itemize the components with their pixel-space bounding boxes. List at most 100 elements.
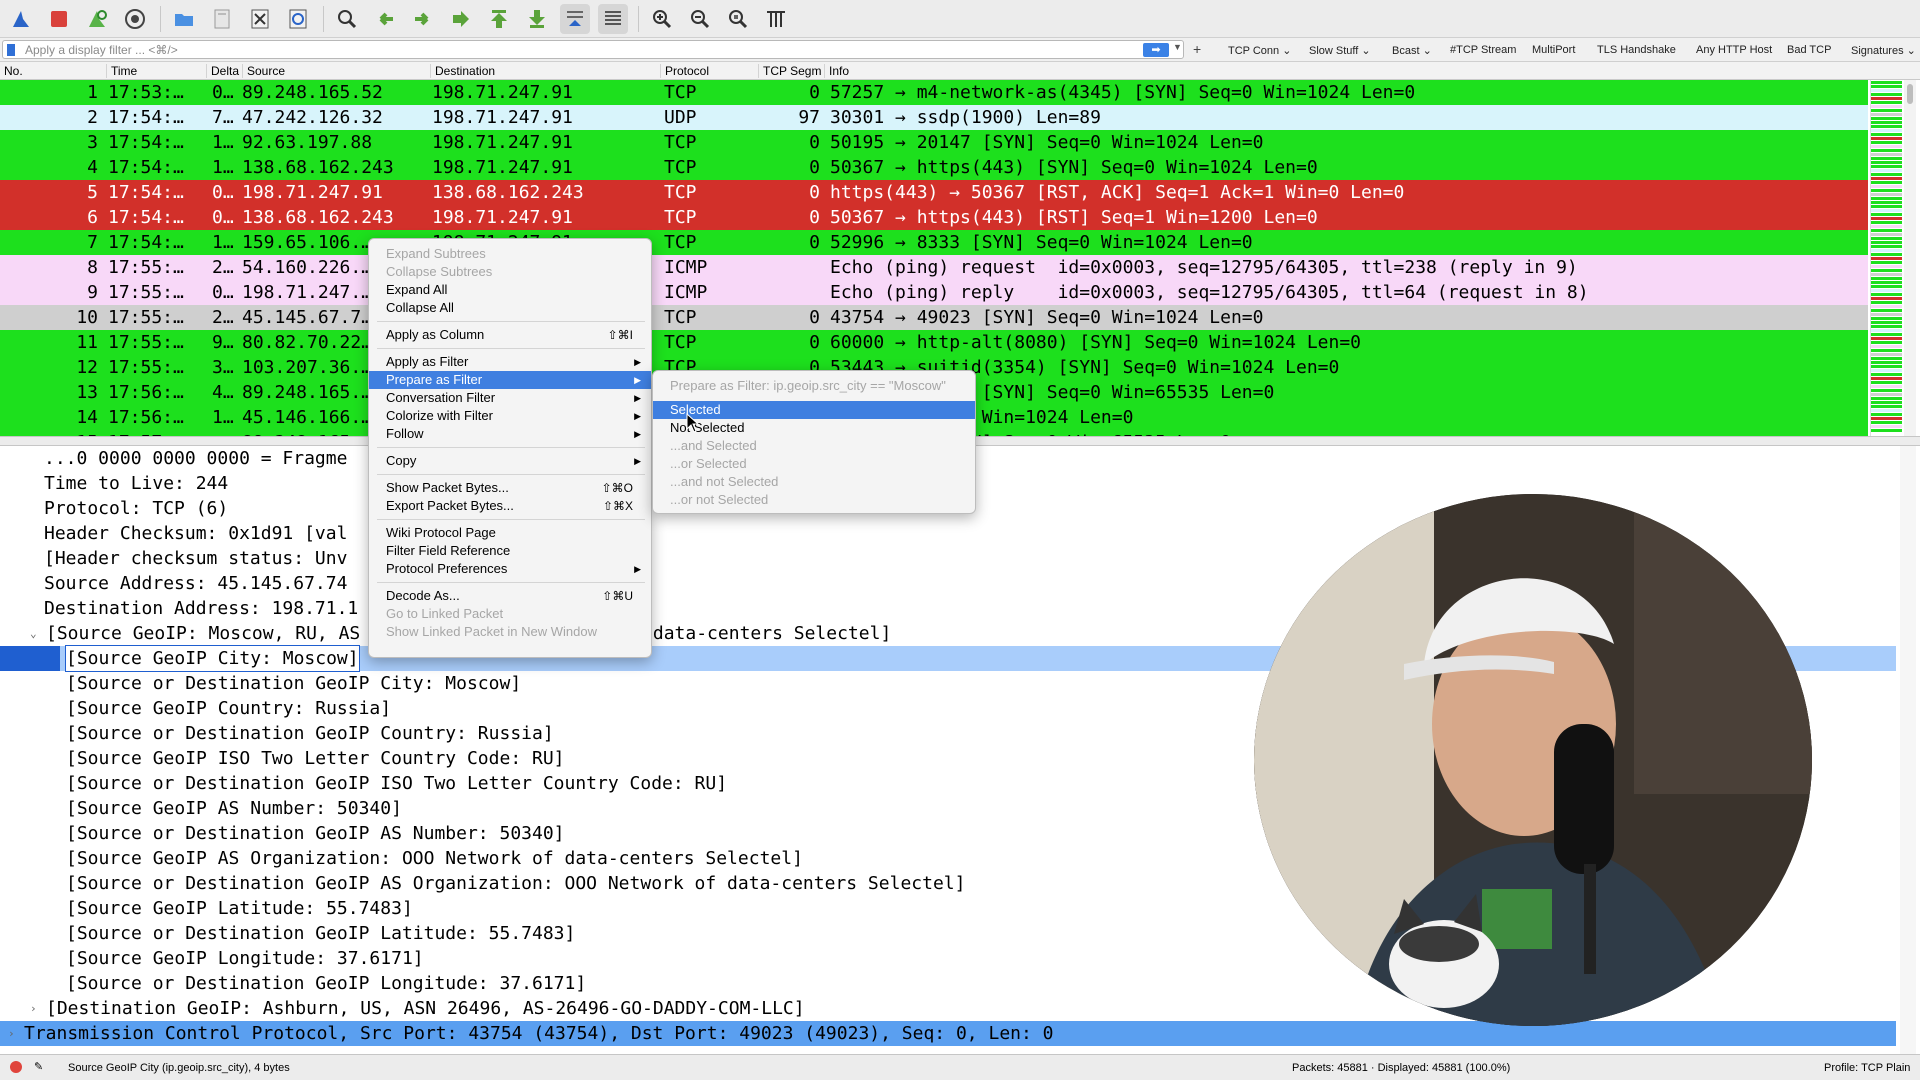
menu-item-protocol-preferences[interactable]: Protocol Preferences ▶ [369, 560, 651, 578]
packet-cell-info: 57257 → m4-network-as(4345) [SYN] Seq=0 … [830, 82, 1416, 103]
filter-button-slow-stuff[interactable]: Slow Stuff ⌄ [1309, 44, 1371, 57]
packet-row[interactable]: 11 17:55:… 9… 80.82.70.22… TCP 0 60000 → http-… [0, 330, 1868, 355]
minimap-stripe [1871, 213, 1902, 216]
filter-history-dropdown-icon[interactable]: ▼ [1173, 42, 1182, 52]
packet-cell-delta: 4… [212, 382, 234, 403]
filter-button-bcast[interactable]: Bcast ⌄ [1392, 44, 1432, 57]
filter-button-multiport[interactable]: MultiPort [1532, 44, 1575, 56]
shark-fin-start-icon[interactable] [6, 4, 36, 34]
filter-button-tcp-conn[interactable]: TCP Conn ⌄ [1228, 44, 1291, 57]
restart-capture-icon[interactable] [82, 4, 112, 34]
submenu-item-selected[interactable]: Selected [653, 401, 975, 419]
menu-item-filter-field-reference[interactable]: Filter Field Reference [369, 542, 651, 560]
protocol-tree-row-tcp[interactable]: › Transmission Control Protocol, Src Port… [0, 1021, 1896, 1046]
zoom-in-icon[interactable] [647, 4, 677, 34]
packet-row[interactable]: 1 17:53:… 0… 89.248.165.52 198.71.247.91 TCP 0… [0, 80, 1868, 105]
close-file-icon[interactable] [245, 4, 275, 34]
menu-item-label: Export Packet Bytes... [386, 498, 514, 513]
packet-row[interactable]: 3 17:54:… 1… 92.63.197.88 198.71.247.91 TCP 0 5… [0, 130, 1868, 155]
packet-row[interactable]: 8 17:55:… 2… 54.160.226.… ICMP Echo (ping) re… [0, 255, 1868, 280]
filter-button-tcp-stream[interactable]: #TCP Stream [1450, 44, 1516, 56]
status-profile[interactable]: Profile: TCP Plain [1824, 1062, 1910, 1074]
capture-options-icon[interactable] [120, 4, 150, 34]
expert-info-icon[interactable] [10, 1061, 22, 1073]
packet-minimap[interactable] [1870, 80, 1902, 436]
column-header-protocol[interactable]: Protocol [660, 64, 758, 78]
bookmark-icon[interactable] [7, 44, 15, 56]
column-header-source[interactable]: Source [242, 64, 430, 78]
details-scrollbar[interactable] [1900, 446, 1916, 1054]
selection-marker [0, 646, 60, 671]
menu-item-apply-as-filter[interactable]: Apply as Filter ▶ [369, 353, 651, 371]
menu-item-apply-as-column[interactable]: Apply as Column ⇧⌘I [369, 326, 651, 344]
filter-button-bad-tcp[interactable]: Bad TCP [1787, 44, 1831, 56]
menu-item-label: Apply as Column [386, 327, 485, 342]
menu-item-copy[interactable]: Copy ▶ [369, 452, 651, 470]
collapse-arrow-icon[interactable]: › [8, 1021, 15, 1046]
resize-columns-icon[interactable] [761, 4, 791, 34]
column-header-no[interactable]: No. [0, 64, 106, 78]
filter-button-tls-handshake[interactable]: TLS Handshake [1597, 44, 1676, 56]
packet-row[interactable]: 10 17:55:… 2… 45.145.67.7… TCP 0 43754 → 49023… [0, 305, 1868, 330]
packet-row[interactable]: 2 17:54:… 7… 47.242.126.32 198.71.247.91 UDP 9… [0, 105, 1868, 130]
save-file-icon[interactable] [207, 4, 237, 34]
filter-button-any-http-host[interactable]: Any HTTP Host [1696, 44, 1772, 56]
packet-row[interactable]: 5 17:54:… 0… 198.71.247.91 138.68.162.243 TCP… [0, 180, 1868, 205]
packet-row[interactable]: 4 17:54:… 1… 138.68.162.243 198.71.247.91 TCP… [0, 155, 1868, 180]
minimap-stripe [1871, 417, 1902, 420]
edit-comment-icon[interactable]: ✎ [34, 1060, 43, 1073]
expand-arrow-icon[interactable]: ⌄ [30, 621, 37, 646]
scrollbar-thumb[interactable] [1907, 84, 1913, 104]
minimap-stripe [1871, 217, 1902, 220]
menu-item-expand-all[interactable]: Expand All [369, 281, 651, 299]
reload-icon[interactable] [283, 4, 313, 34]
menu-item-label: Show Packet Bytes... [386, 480, 509, 495]
menu-item-wiki-protocol-page[interactable]: Wiki Protocol Page [369, 524, 651, 542]
filter-button-signatures[interactable]: Signatures ⌄ [1851, 44, 1916, 57]
apply-filter-arrow-icon[interactable]: ➡ [1143, 43, 1169, 57]
column-header-info[interactable]: Info [824, 64, 1864, 78]
colorize-icon[interactable] [598, 3, 628, 34]
packet-row[interactable]: 6 17:54:… 0… 138.68.162.243 198.71.247.91 TCP… [0, 205, 1868, 230]
packet-list-scrollbar[interactable] [1904, 80, 1916, 436]
submenu-arrow-icon: ▶ [634, 393, 641, 403]
first-packet-icon[interactable] [484, 4, 514, 34]
last-packet-icon[interactable] [522, 4, 552, 34]
column-header-destination[interactable]: Destination [430, 64, 660, 78]
column-header-tcp-segment[interactable]: TCP Segm [758, 64, 824, 78]
minimap-stripe [1871, 313, 1902, 316]
submenu-arrow-icon: ▶ [634, 357, 641, 367]
column-header-delta[interactable]: Delta [206, 64, 242, 78]
minimap-stripe [1871, 93, 1902, 96]
add-filter-button[interactable]: + [1193, 41, 1201, 57]
find-packet-icon[interactable] [332, 4, 362, 34]
packet-cell-delta: 1… [212, 232, 234, 253]
packet-row[interactable]: 9 17:55:… 0… 198.71.247.… ICMP Echo (ping) re… [0, 280, 1868, 305]
open-file-icon[interactable] [169, 4, 199, 34]
menu-shortcut: ⇧⌘X [602, 499, 633, 513]
menu-item-prepare-as-filter[interactable]: Prepare as Filter ▶ [369, 371, 651, 389]
stop-capture-icon[interactable] [44, 4, 74, 34]
menu-item-colorize-with-filter[interactable]: Colorize with Filter ▶ [369, 407, 651, 425]
packet-row[interactable]: 717:54:…1…159.65.106.…198.71.247.91TCP05… [0, 230, 1868, 255]
menu-item-decode-as[interactable]: Decode As... ⇧⌘U [369, 587, 651, 605]
go-back-icon[interactable] [370, 4, 400, 34]
menu-item-collapse-all[interactable]: Collapse All [369, 299, 651, 317]
collapse-arrow-icon[interactable]: › [30, 996, 37, 1021]
submenu-item-not-selected[interactable]: Not Selected [653, 419, 975, 437]
go-forward-icon[interactable] [408, 4, 438, 34]
minimap-stripe [1871, 317, 1902, 320]
column-header-time[interactable]: Time [106, 64, 206, 78]
menu-item-export-packet-bytes[interactable]: Export Packet Bytes... ⇧⌘X [369, 497, 651, 515]
autoscroll-icon[interactable] [560, 3, 590, 34]
go-to-packet-icon[interactable] [446, 4, 476, 34]
display-filter-input[interactable]: Apply a display filter ... <⌘/> ➡ ▼ [2, 40, 1184, 59]
zoom-out-icon[interactable] [685, 4, 715, 34]
normal-size-icon[interactable] [723, 4, 753, 34]
menu-item-follow[interactable]: Follow ▶ [369, 425, 651, 443]
submenu-arrow-icon: ▶ [634, 456, 641, 466]
minimap-stripe [1871, 193, 1902, 196]
menu-item-conversation-filter[interactable]: Conversation Filter ▶ [369, 389, 651, 407]
minimap-stripe [1871, 365, 1902, 368]
menu-item-show-packet-bytes[interactable]: Show Packet Bytes... ⇧⌘O [369, 479, 651, 497]
